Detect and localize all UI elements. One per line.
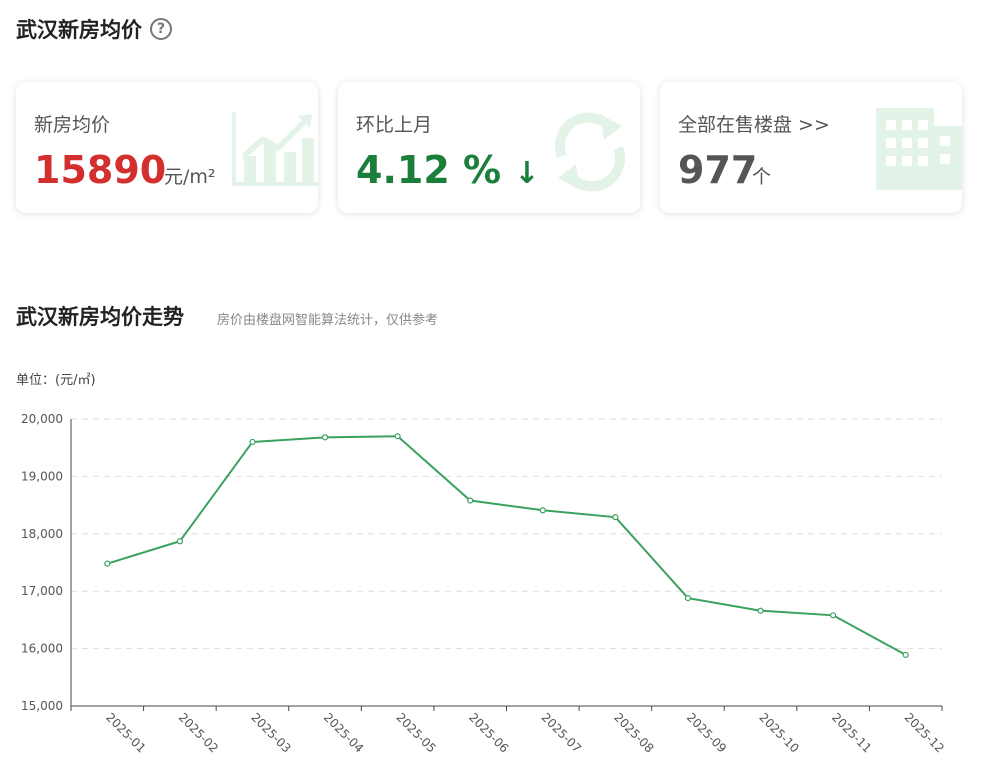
building-icon bbox=[876, 108, 962, 190]
data-point bbox=[321, 434, 329, 441]
x-tick-label: 2025-10 bbox=[756, 710, 801, 755]
avg-price-value: 15890 bbox=[34, 148, 167, 192]
trend-subtitle: 房价由楼盘网智能算法统计，仅供参考 bbox=[217, 313, 439, 328]
y-tick-label: 17,000 bbox=[21, 584, 63, 598]
on-sale-count: 977 bbox=[678, 148, 758, 192]
rising-chart-icon bbox=[232, 112, 318, 186]
x-tick-label: 2025-03 bbox=[248, 710, 293, 755]
x-tick-label: 2025-01 bbox=[103, 710, 148, 755]
data-point bbox=[249, 438, 256, 446]
y-tick-label: 19,000 bbox=[21, 469, 63, 483]
x-tick-label: 2025-09 bbox=[684, 710, 729, 755]
x-tick-label: 2025-12 bbox=[902, 710, 947, 755]
data-point bbox=[830, 612, 837, 619]
x-tick-label: 2025-04 bbox=[321, 710, 366, 755]
avg-price-label: 新房均价 bbox=[34, 114, 111, 136]
avg-price-card: 新房均价 15890 元/m² bbox=[16, 82, 318, 213]
x-tick-label: 2025-08 bbox=[611, 710, 656, 755]
x-tick-label: 2025-11 bbox=[829, 710, 874, 755]
x-tick-label: 2025-07 bbox=[539, 710, 584, 755]
mom-change-label: 环比上月 bbox=[356, 114, 433, 136]
price-trend-chart: 20,000 19,000 18,000 17,000 16,000 15,000 2025… bbox=[21, 412, 947, 756]
data-point bbox=[684, 594, 692, 602]
page-title-text: 武汉新房均价 bbox=[16, 18, 142, 42]
data-point bbox=[104, 560, 111, 567]
data-point bbox=[176, 538, 183, 545]
page-title: 武汉新房均价 ? bbox=[16, 14, 172, 44]
data-point bbox=[612, 514, 619, 521]
x-tick-label: 2025-06 bbox=[466, 710, 511, 755]
mom-change-number: 4.12 % bbox=[356, 148, 502, 192]
mom-change-value: 4.12 % ↓ bbox=[356, 146, 539, 198]
trend-title: 武汉新房均价走势 bbox=[16, 305, 184, 329]
series-line bbox=[106, 435, 907, 656]
mom-change-card: 环比上月 4.12 % ↓ bbox=[338, 82, 640, 213]
question-circle-icon[interactable]: ? bbox=[150, 18, 172, 40]
on-sale-card[interactable]: 全部在售楼盘 >> 977 个 bbox=[660, 82, 962, 213]
data-point bbox=[467, 497, 474, 504]
on-sale-unit: 个 bbox=[752, 166, 772, 188]
data-point bbox=[757, 607, 764, 614]
on-sale-link[interactable]: 全部在售楼盘 >> bbox=[678, 110, 830, 137]
avg-price-unit: 元/m² bbox=[164, 166, 216, 188]
x-tick-label: 2025-05 bbox=[394, 710, 439, 755]
data-point bbox=[394, 433, 401, 440]
y-tick-label: 16,000 bbox=[21, 642, 63, 656]
x-tick-label: 2025-02 bbox=[176, 710, 221, 755]
y-tick-label: 20,000 bbox=[21, 412, 63, 426]
refresh-arrows-icon bbox=[555, 112, 625, 192]
data-point bbox=[539, 507, 546, 514]
down-arrow-icon: ↓ bbox=[514, 156, 540, 191]
y-tick-label: 18,000 bbox=[21, 527, 63, 541]
y-tick-label: 15,000 bbox=[21, 699, 63, 713]
chart-unit-label: 单位：(元/㎡) bbox=[16, 373, 96, 388]
data-point bbox=[902, 651, 909, 659]
